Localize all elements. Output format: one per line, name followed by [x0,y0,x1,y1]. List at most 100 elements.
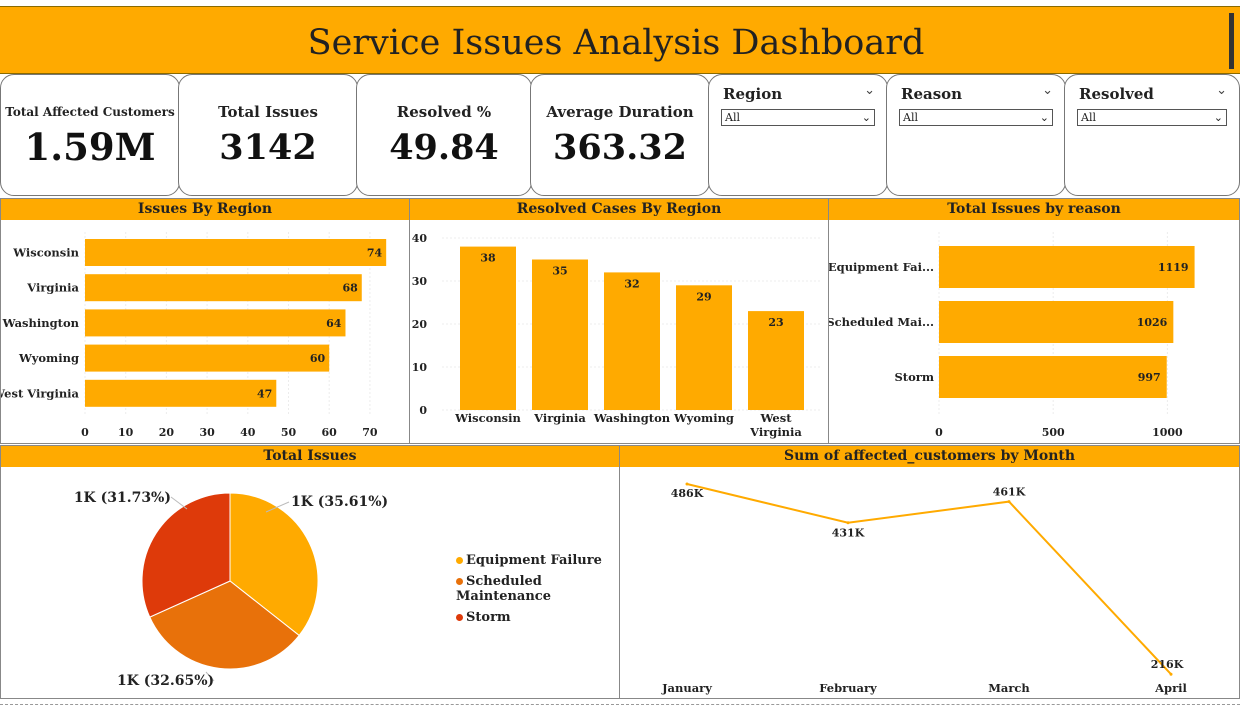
x-tick-label: 10 [118,426,134,439]
y-tick-label: 30 [412,275,428,288]
panel-title: Resolved Cases By Region [410,199,828,220]
kpi-card-affected-customers: Total Affected Customers 1.59M [0,74,180,196]
category-label: Wisconsin [454,411,521,425]
chevron-down-icon[interactable]: ⌄ [1042,83,1053,98]
y-tick-label: 0 [419,404,427,417]
category-label: Washington [593,411,671,425]
bar [676,285,732,410]
legend-item[interactable]: Storm [456,610,619,625]
data-label: 997 [1138,371,1161,384]
data-label: 461K [993,486,1026,499]
dashboard-title: Service Issues Analysis Dashboard [307,23,925,63]
kpi-card-average-duration: Average Duration 363.32 [530,74,710,196]
data-label: 35 [552,265,567,278]
data-label: 74 [367,247,383,260]
kpi-value: 49.84 [389,127,499,168]
data-label: 47 [257,387,272,400]
leader-line [170,496,188,510]
panel-affected-by-month: Sum of affected_customers by Month 486K 4… [619,445,1240,699]
data-label: 216K [1151,658,1184,671]
region-dropdown[interactable]: All ⌄ [721,109,875,126]
x-tick-label: 50 [281,426,297,439]
chevron-down-icon[interactable]: ⌄ [1214,110,1223,125]
category-label: Washington [2,316,80,330]
panel-title: Total Issues [1,446,619,467]
bar [604,272,660,410]
bar [460,246,516,410]
category-label: Virginia [749,425,802,439]
data-label: 68 [342,282,358,295]
kpi-value: 3142 [219,127,317,168]
bar [939,246,1195,288]
y-tick-label: 20 [412,318,428,331]
chevron-down-icon[interactable]: ⌄ [1040,110,1049,125]
category-label: Equipment Fai... [829,260,934,274]
panel-title: Total Issues by reason [829,199,1239,220]
bar [85,344,330,372]
slicer-title: Region [723,85,783,103]
scroll-indicator[interactable] [1229,13,1234,69]
data-point [846,521,850,525]
data-label: 38 [480,252,496,265]
panel-resolved-by-region: Resolved Cases By Region 0 10 20 30 40 38 Wisc… [409,198,829,444]
data-point [1007,500,1011,504]
dropdown-value: All [903,111,918,124]
category-label: Wyoming [18,351,79,365]
resolved-dropdown[interactable]: All ⌄ [1077,109,1227,126]
chevron-down-icon[interactable]: ⌄ [1216,83,1227,98]
y-tick-label: 10 [412,361,428,374]
kpi-card-resolved-percent: Resolved % 49.84 [356,74,532,196]
y-tick-label: 40 [412,232,428,245]
dropdown-value: All [1081,111,1096,124]
category-label: Virginia [26,281,79,295]
x-tick-label: 0 [81,426,89,439]
kpi-label: Total Issues [218,103,318,121]
legend-item[interactable]: Equipment Failure [456,553,619,568]
bar [85,379,277,407]
panel-total-issues: Total Issues 1K (35.61%) 1K (32.65%) 1K (3… [0,445,620,699]
panel-issues-by-reason: Total Issues by reason 0 500 1000 Equipment… [828,198,1240,444]
bar [532,259,588,410]
x-tick-label: April [1154,681,1187,695]
x-tick-label: 70 [362,426,378,439]
data-label: 1119 [1158,261,1189,274]
panel-title: Issues By Region [1,199,409,220]
chevron-down-icon[interactable]: ⌄ [864,83,875,98]
reason-dropdown[interactable]: All ⌄ [899,109,1053,126]
legend-item[interactable]: Scheduled Maintenance [456,574,619,604]
data-label: 486K [671,487,704,500]
category-label: West [759,411,792,425]
series-line [686,483,1172,675]
x-tick-label: 30 [199,426,215,439]
legend-label: Equipment Failure [466,553,602,568]
kpi-label: Total Affected Customers [5,105,175,119]
bar [85,309,346,337]
x-tick-label: 500 [1042,426,1065,439]
x-tick-label: February [819,681,877,695]
slicer-title: Reason [901,85,963,103]
kpi-card-total-issues: Total Issues 3142 [178,74,358,196]
kpi-value: 1.59M [24,125,156,169]
data-point [685,482,689,486]
chevron-down-icon[interactable]: ⌄ [862,110,871,125]
bottom-divider [0,704,1240,705]
data-label: 29 [696,290,711,303]
legend-label: Storm [466,610,511,625]
x-tick-label: 60 [322,426,338,439]
data-label: 1K (31.73%) [74,490,171,506]
slicer-reason[interactable]: Reason ⌄ All ⌄ [886,74,1066,196]
slicer-resolved[interactable]: Resolved ⌄ All ⌄ [1064,74,1240,196]
category-label: Wisconsin [12,246,79,260]
kpi-label: Average Duration [546,103,694,121]
title-bar: Service Issues Analysis Dashboard [0,6,1240,74]
kpi-value: 363.32 [553,127,687,168]
category-label: Storm [894,370,934,384]
data-label: 1K (35.61%) [291,494,388,510]
category-label: Scheduled Mai... [829,315,934,329]
data-label: 23 [768,316,783,329]
slicer-region[interactable]: Region ⌄ All ⌄ [708,74,888,196]
category-label: Virginia [533,411,586,425]
data-label: 431K [832,527,865,540]
legend-dot [456,614,463,621]
legend-label: Scheduled Maintenance [456,574,551,604]
